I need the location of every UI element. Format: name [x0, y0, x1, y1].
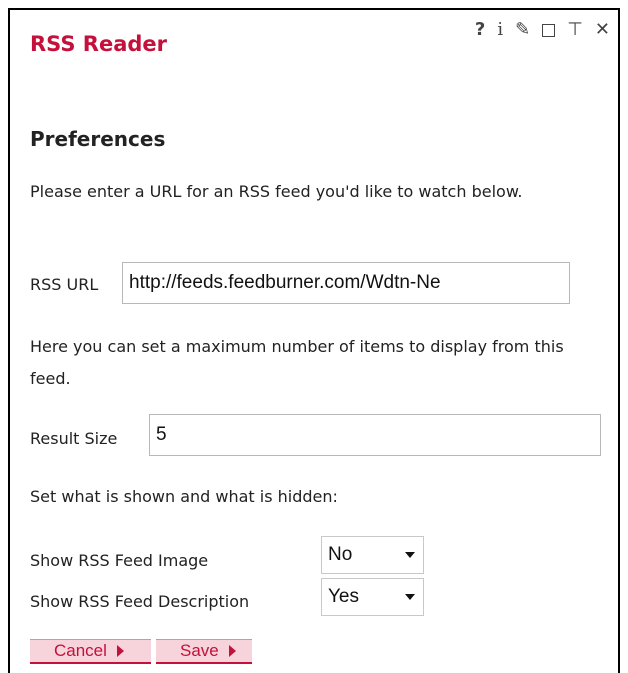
minimize-icon[interactable]: ⊤ [567, 20, 583, 40]
show-image-value: No [328, 544, 353, 565]
cancel-button-label: Cancel [54, 641, 107, 660]
rss-url-label: RSS URL [30, 275, 99, 294]
show-image-label: Show RSS Feed Image [30, 551, 209, 570]
info-icon[interactable]: i [497, 20, 503, 40]
rss-reader-gadget: RSS Reader ? i ✎ ⊤ ✕ Preferences Please … [8, 8, 620, 673]
cancel-button[interactable]: Cancel [30, 639, 151, 664]
save-button-label: Save [180, 641, 219, 660]
gadget-title: RSS Reader [30, 32, 168, 56]
edit-icon[interactable]: ✎ [515, 20, 530, 40]
show-description-label: Show RSS Feed Description [30, 592, 250, 611]
maximize-icon[interactable] [542, 23, 556, 37]
save-button[interactable]: Save [156, 639, 252, 664]
chevron-down-icon [405, 552, 415, 558]
preferences-heading: Preferences [30, 127, 166, 151]
result-size-label: Result Size [30, 429, 118, 448]
gadget-header-icons: ? i ✎ ⊤ ✕ [475, 20, 610, 40]
help-icon[interactable]: ? [475, 20, 485, 40]
show-description-select[interactable]: Yes [321, 578, 424, 616]
close-icon[interactable]: ✕ [595, 20, 610, 40]
show-image-select[interactable]: No [321, 536, 424, 574]
show-description-value: Yes [328, 586, 359, 607]
rss-url-input[interactable] [122, 262, 570, 304]
chevron-down-icon [405, 594, 415, 600]
visibility-instructions: Set what is shown and what is hidden: [30, 487, 338, 506]
result-size-input[interactable] [149, 414, 601, 456]
result-instructions: Here you can set a maximum number of ite… [30, 337, 564, 388]
arrow-right-icon [116, 645, 124, 657]
url-instructions: Please enter a URL for an RSS feed you'd… [30, 182, 523, 201]
arrow-right-icon [228, 645, 236, 657]
